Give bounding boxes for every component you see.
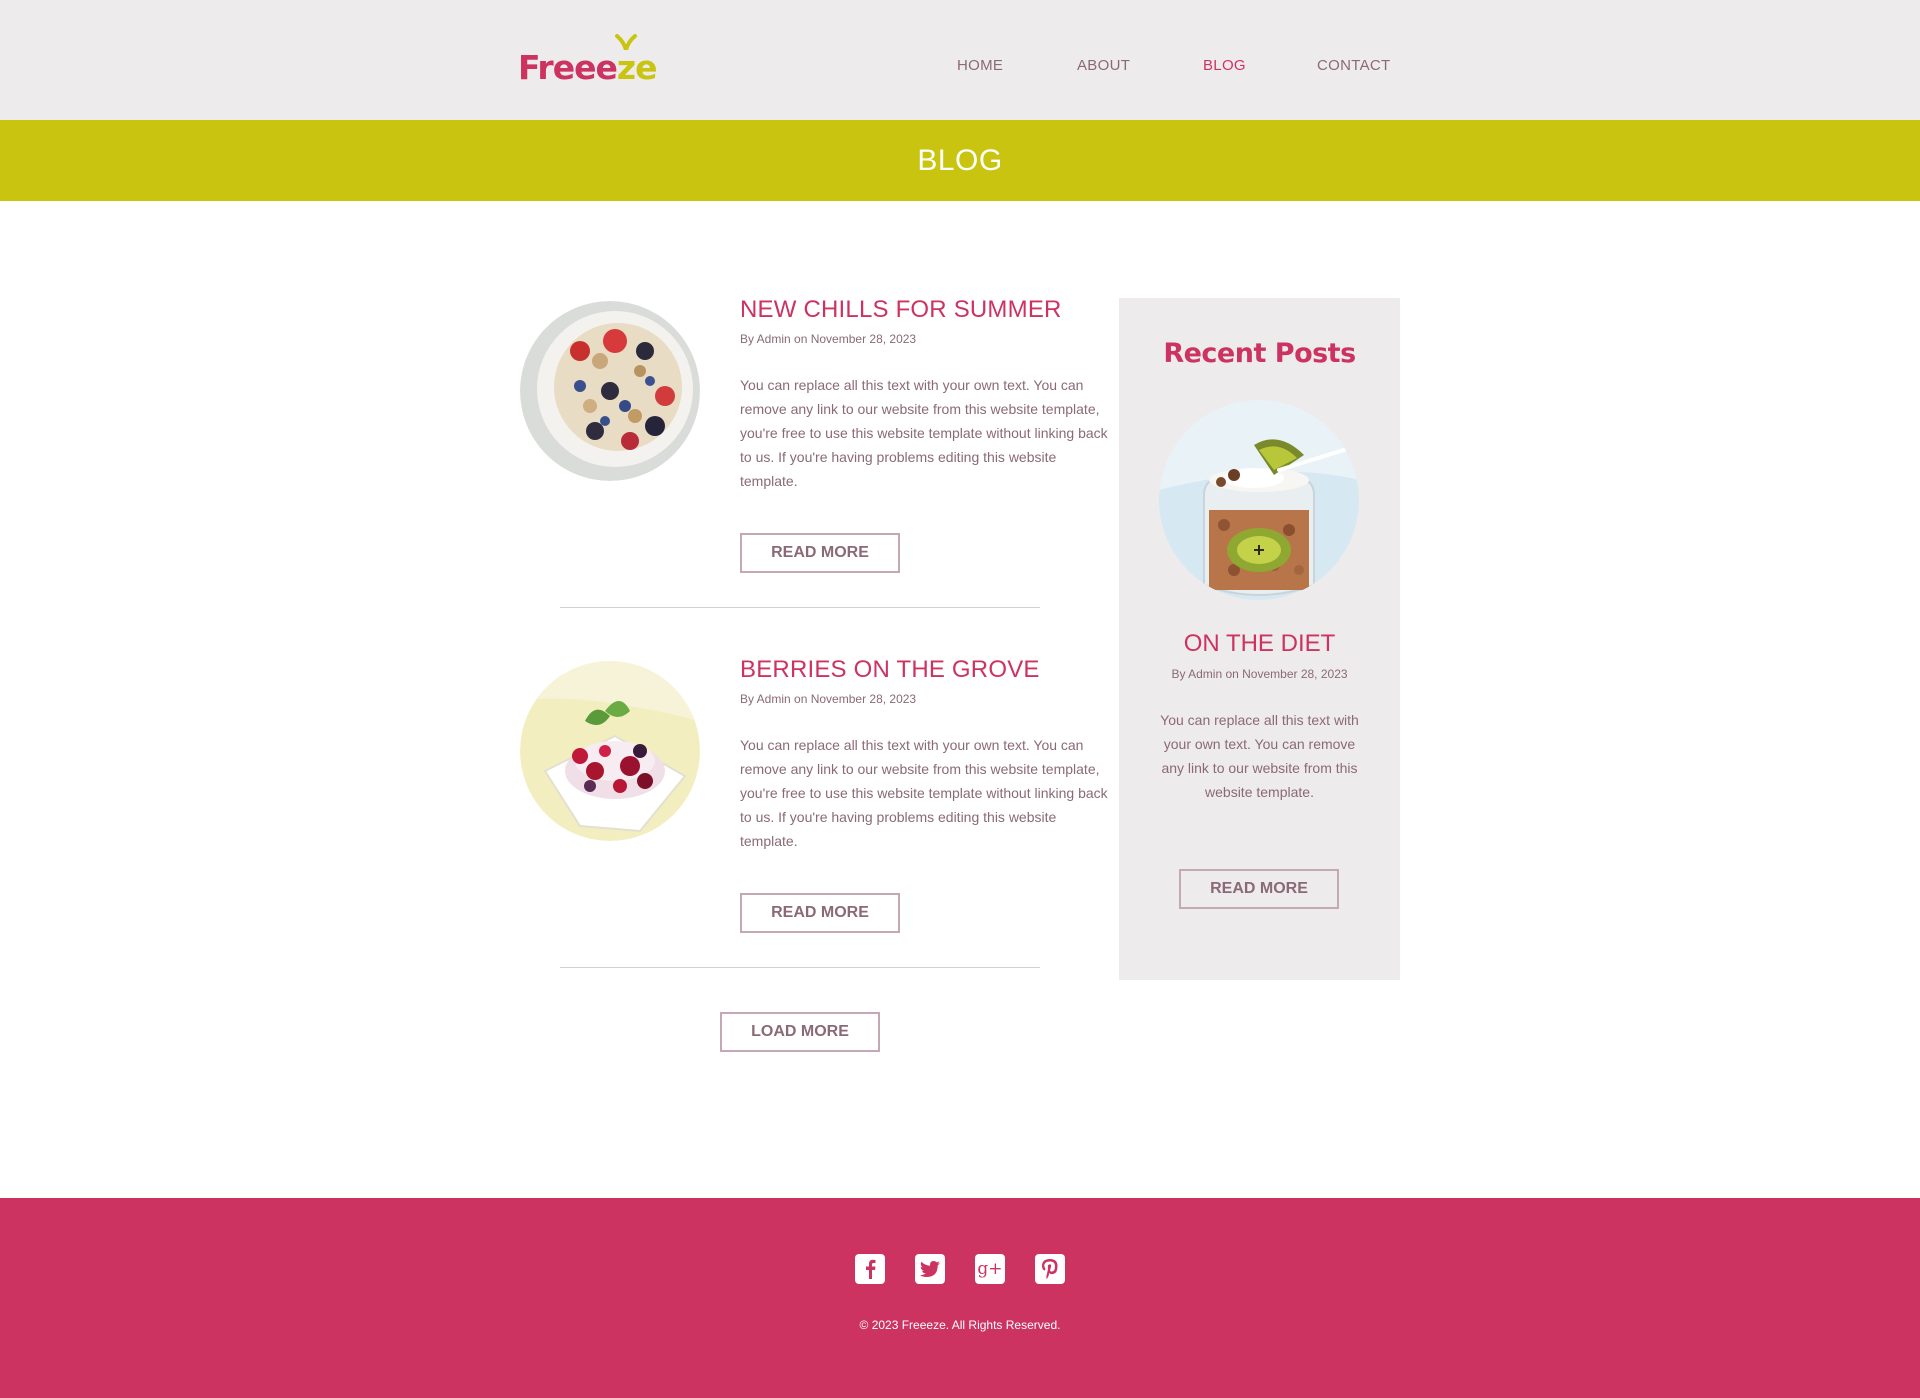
post-body: You can replace all this text with your … [740,377,1108,489]
berries-yogurt-illustration [520,661,700,841]
read-more-button[interactable]: READ MORE [740,893,900,933]
sidebar-post-meta: By Admin on November 28, 2023 [1171,667,1348,681]
page-banner: BLOG [0,120,1920,201]
nav-home[interactable]: HOME [957,57,1003,74]
sidebar-post-body: You can replace all this text with your … [1160,712,1359,800]
copyright-text: © 2023 Freeeze. All Rights Reserved. [859,1318,1061,1332]
load-more-button[interactable]: LOAD MORE [720,1012,880,1052]
sidebar-heading: Recent Posts [1163,338,1356,369]
page-title: BLOG [917,143,1003,177]
post-body: You can replace all this text with your … [740,737,1108,849]
recent-posts-sidebar: Recent Posts ON THE DIET By Admin on Nov… [1119,298,1400,980]
post-meta: By Admin on November 28, 2023 [740,692,917,706]
sidebar-post-title[interactable]: ON THE DIET [1119,630,1400,658]
post-title[interactable]: NEW CHILLS FOR SUMMER [740,296,1062,324]
site-header: Freeeze HOME ABOUT BLOG CONTACT [0,0,1920,120]
facebook-icon[interactable] [855,1254,885,1284]
post-title[interactable]: BERRIES ON THE GROVE [740,656,1040,684]
pinterest-icon[interactable] [1035,1254,1065,1284]
sidebar-post-image[interactable] [1159,400,1359,600]
post-image-berries[interactable] [520,661,700,841]
nav-contact[interactable]: CONTACT [1317,57,1390,74]
post-divider [560,967,1040,968]
site-footer: g+ © 2023 Freeeze. All Rights Reserved. [0,1198,1920,1398]
kiwi-jar-illustration [1159,400,1359,600]
granola-bowl-illustration [520,301,700,481]
nav-about[interactable]: ABOUT [1077,57,1130,74]
post-divider [560,607,1040,608]
twitter-icon[interactable] [915,1254,945,1284]
sprout-icon [615,34,637,50]
post-meta: By Admin on November 28, 2023 [740,332,917,346]
nav-blog[interactable]: BLOG [1203,57,1246,74]
google-plus-icon[interactable]: g+ [975,1254,1005,1284]
post-image-granola[interactable] [520,301,700,481]
read-more-button[interactable]: READ MORE [740,533,900,573]
sidebar-read-more-button[interactable]: READ MORE [1179,869,1339,909]
main-nav: HOME ABOUT BLOG CONTACT [0,57,1920,77]
